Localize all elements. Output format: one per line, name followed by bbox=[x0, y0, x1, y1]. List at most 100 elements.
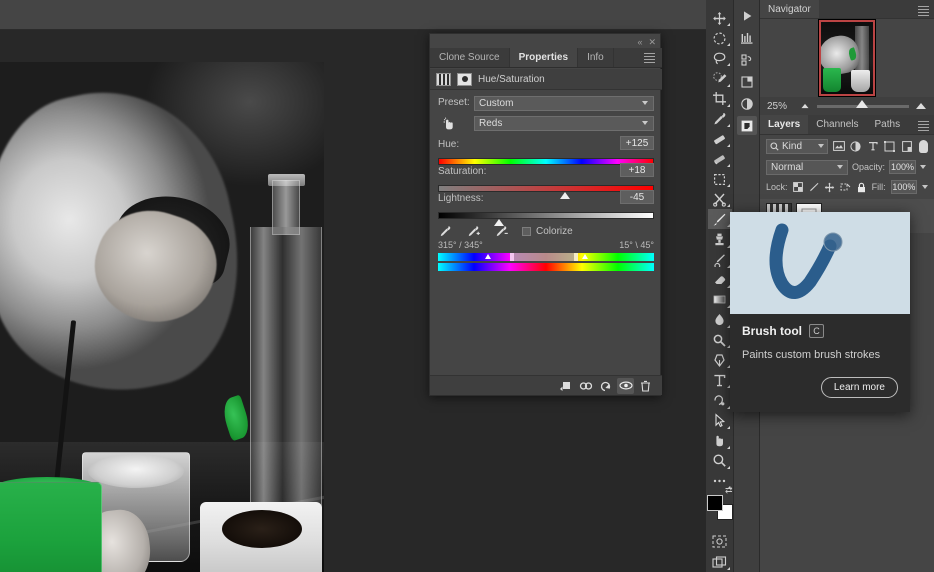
tab-paths[interactable]: Paths bbox=[867, 115, 909, 134]
zoom-tool[interactable] bbox=[708, 451, 732, 471]
eyedropper-subtract-icon[interactable] bbox=[494, 224, 508, 238]
opacity-value[interactable]: 100% bbox=[889, 160, 916, 174]
panel-menu-icon[interactable] bbox=[644, 53, 655, 62]
frame-tool[interactable] bbox=[708, 169, 732, 189]
tab-layers[interactable]: Layers bbox=[760, 115, 808, 134]
range-falloff-right[interactable] bbox=[582, 254, 588, 259]
close-icon[interactable]: ✕ bbox=[648, 37, 656, 47]
tab-clone-source[interactable]: Clone Source bbox=[430, 48, 510, 67]
quick-selection-tool[interactable] bbox=[708, 68, 732, 88]
colorize-checkbox[interactable] bbox=[522, 227, 531, 236]
shape-layer-filter-icon[interactable] bbox=[883, 139, 896, 153]
hand-tool[interactable] bbox=[708, 431, 732, 451]
screen-mode-icon[interactable] bbox=[708, 552, 732, 572]
marquee-tool[interactable] bbox=[708, 28, 732, 48]
range-selector[interactable] bbox=[513, 253, 575, 261]
gradient-tool[interactable] bbox=[708, 290, 732, 310]
brush-tool[interactable] bbox=[708, 209, 732, 229]
fill-value[interactable]: 100% bbox=[891, 180, 917, 194]
spot-healing-tool[interactable] bbox=[708, 129, 732, 149]
panel-menu-icon[interactable] bbox=[918, 121, 929, 129]
hue-value[interactable]: +125 bbox=[620, 136, 654, 150]
scissors-tool[interactable] bbox=[708, 189, 732, 209]
collapse-icon[interactable]: « bbox=[637, 37, 642, 47]
tab-navigator[interactable]: Navigator bbox=[760, 0, 819, 18]
tuner-icon[interactable] bbox=[737, 28, 757, 47]
blend-mode-dropdown[interactable]: Normal bbox=[766, 160, 848, 175]
toggle-previous-state-icon[interactable] bbox=[577, 378, 594, 394]
foreground-color-swatch[interactable] bbox=[707, 495, 723, 511]
colorize-control[interactable]: Colorize bbox=[522, 226, 573, 237]
lock-image-pixels-icon[interactable] bbox=[808, 181, 819, 193]
navigator-thumbnail[interactable] bbox=[819, 20, 875, 96]
properties-panel[interactable]: « ✕ Clone Source Properties Info Hue/Sat… bbox=[429, 33, 661, 396]
tab-channels[interactable]: Channels bbox=[808, 115, 866, 134]
lightness-value[interactable]: -45 bbox=[620, 190, 654, 204]
preset-value: Custom bbox=[479, 98, 513, 109]
navigator-zoom-value[interactable]: 25% bbox=[760, 101, 800, 112]
lock-transparent-pixels-icon[interactable] bbox=[793, 181, 804, 193]
delete-icon[interactable] bbox=[637, 378, 654, 394]
layer-kind-value: Kind bbox=[782, 141, 802, 152]
layer-kind-filter[interactable]: Kind bbox=[766, 139, 828, 154]
tab-properties[interactable]: Properties bbox=[510, 48, 578, 67]
opacity-chevron-icon[interactable] bbox=[920, 165, 926, 169]
color-swatches[interactable]: ⇄ bbox=[707, 495, 733, 520]
zoom-in-icon[interactable] bbox=[916, 103, 926, 109]
navigator-zoom-slider[interactable] bbox=[817, 105, 909, 108]
range-falloff-left[interactable] bbox=[485, 254, 491, 259]
targeted-adjustment-icon[interactable] bbox=[441, 116, 457, 135]
layer-comps-icon[interactable] bbox=[737, 72, 757, 91]
reset-icon[interactable] bbox=[597, 378, 614, 394]
eyedropper-add-icon[interactable] bbox=[466, 224, 480, 238]
lock-position-icon[interactable] bbox=[824, 181, 835, 193]
channel-dropdown[interactable]: Reds bbox=[474, 116, 654, 131]
channel-row: Reds bbox=[438, 116, 654, 136]
quick-mask-icon[interactable] bbox=[708, 532, 732, 552]
dodge-tool[interactable] bbox=[708, 330, 732, 350]
crop-tool[interactable] bbox=[708, 89, 732, 109]
navigator-panel[interactable]: Navigator 25% bbox=[760, 0, 934, 115]
panel-menu-icon[interactable] bbox=[918, 6, 929, 14]
adjustment-layer-filter-icon[interactable] bbox=[849, 139, 862, 153]
navigator-thumbnail-area[interactable] bbox=[760, 19, 934, 97]
spectrum-upper-wrap[interactable] bbox=[438, 253, 654, 261]
history-brush-tool[interactable] bbox=[708, 250, 732, 270]
lightness-slider-track[interactable] bbox=[438, 212, 654, 219]
lasso-tool[interactable] bbox=[708, 48, 732, 68]
filter-toggle-switch[interactable] bbox=[919, 140, 928, 153]
pixel-layer-filter-icon[interactable] bbox=[832, 139, 845, 153]
path-selection-tool[interactable] bbox=[708, 390, 732, 410]
type-layer-filter-icon[interactable] bbox=[866, 139, 879, 153]
swap-colors-icon[interactable]: ⇄ bbox=[725, 485, 733, 496]
range-handle-left[interactable] bbox=[510, 253, 514, 261]
direct-selection-tool[interactable] bbox=[708, 411, 732, 431]
canvas-image[interactable] bbox=[0, 62, 324, 572]
pen-tool[interactable] bbox=[708, 350, 732, 370]
move-tool[interactable] bbox=[708, 8, 732, 28]
lock-artboard-nesting-icon[interactable] bbox=[840, 181, 851, 193]
clone-stamp-tool[interactable] bbox=[708, 229, 732, 249]
eyedropper-icon[interactable] bbox=[438, 224, 452, 238]
lock-all-icon[interactable] bbox=[856, 181, 867, 193]
range-handle-right[interactable] bbox=[574, 253, 578, 261]
clip-to-layer-icon[interactable] bbox=[557, 378, 574, 394]
history-icon[interactable] bbox=[737, 50, 757, 69]
saturation-value[interactable]: +18 bbox=[620, 163, 654, 177]
eyedropper-tool[interactable] bbox=[708, 109, 732, 129]
adjustments-icon[interactable] bbox=[737, 94, 757, 113]
visibility-icon[interactable] bbox=[617, 378, 634, 394]
patch-tool[interactable] bbox=[708, 149, 732, 169]
eraser-tool[interactable] bbox=[708, 270, 732, 290]
zoom-out-icon[interactable] bbox=[802, 104, 809, 108]
play-actions-icon[interactable] bbox=[737, 6, 757, 25]
smart-object-filter-icon[interactable] bbox=[900, 139, 913, 153]
navigator-zoom-knob[interactable] bbox=[856, 100, 868, 108]
learn-more-button[interactable]: Learn more bbox=[821, 377, 898, 398]
tab-info[interactable]: Info bbox=[578, 48, 614, 67]
preset-dropdown[interactable]: Custom bbox=[474, 96, 654, 111]
blur-tool[interactable] bbox=[708, 310, 732, 330]
fill-chevron-icon[interactable] bbox=[922, 185, 928, 189]
properties-icon[interactable] bbox=[737, 116, 757, 135]
type-tool[interactable] bbox=[708, 370, 732, 390]
